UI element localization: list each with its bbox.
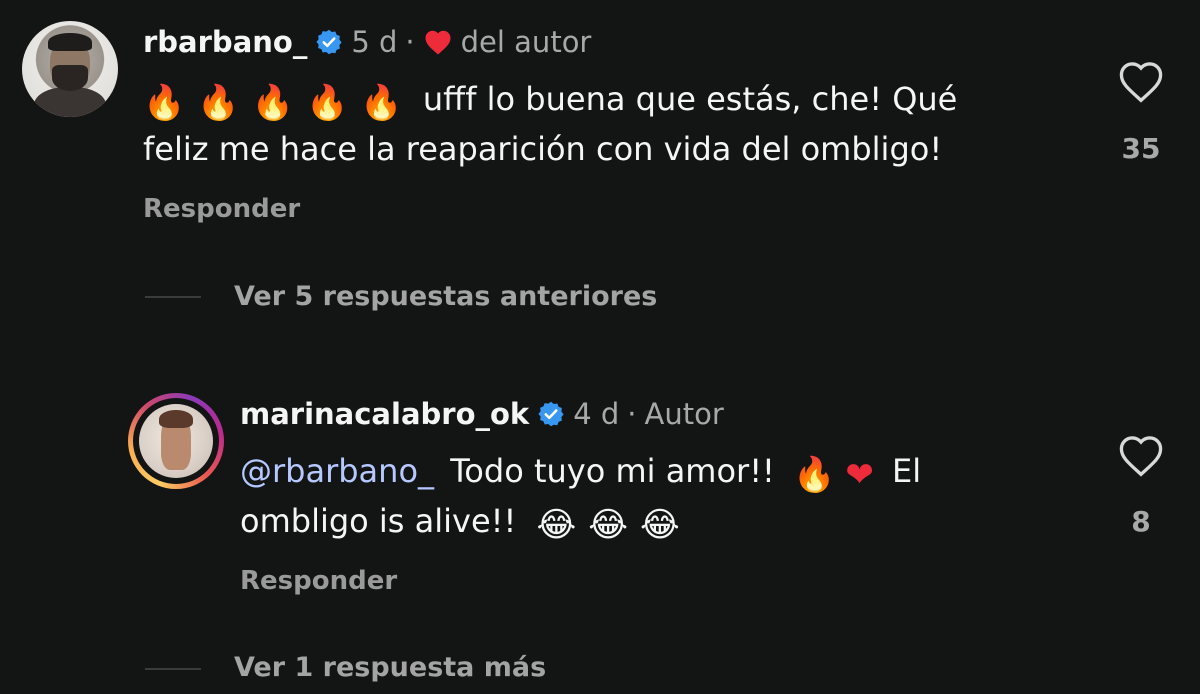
like-count: 8 (1131, 505, 1151, 538)
like-heart-icon[interactable] (1116, 58, 1166, 104)
timestamp: 4 d (573, 397, 620, 431)
comment-text-part: El (892, 452, 922, 490)
verified-badge-icon (537, 400, 565, 428)
comment-text: @rbarbano_ Todo tuyo mi amor!! 🔥 ❤ El omb… (240, 446, 921, 546)
comment-text-part: ufff lo buena que estás, che! Qué (422, 80, 958, 118)
laughing-emoji: 😂 (588, 505, 628, 545)
verified-badge-icon (315, 28, 343, 56)
comment-text-part: ombligo is alive!! (240, 502, 517, 540)
username[interactable]: rbarbano_ (143, 25, 307, 59)
comment-text-line: 🔥 🔥 🔥 🔥 🔥 ufff lo buena que estás, che! Qué (143, 74, 957, 124)
fire-emoji: 🔥 (360, 83, 403, 123)
red-heart-emoji: ❤ (845, 455, 874, 495)
fire-emoji: 🔥 (251, 83, 295, 123)
separator-dot: · (627, 397, 637, 431)
laughing-emoji: 😂 (639, 505, 680, 545)
timestamp: 5 d (351, 25, 398, 59)
comment-text-line: @rbarbano_ Todo tuyo mi amor!! 🔥 ❤ El (240, 446, 921, 496)
username[interactable]: marinacalabro_ok (240, 397, 529, 431)
view-previous-replies-button[interactable]: Ver 5 respuestas anteriores (234, 281, 657, 312)
fire-emoji: 🔥 (793, 455, 836, 495)
comment-text-line: feliz me hace la reaparición con vida de… (143, 130, 943, 168)
replies-line (145, 296, 201, 298)
comment-text-part: Todo tuyo mi amor!! (450, 452, 775, 490)
liked-by-author-label: del autor (460, 25, 592, 59)
comment-text: 🔥 🔥 🔥 🔥 🔥 ufff lo buena que estás, che! Qué … (143, 74, 957, 174)
like-heart-icon[interactable] (1116, 432, 1166, 478)
comment-text-line: ombligo is alive!! 😂 😂 😂 (240, 496, 921, 546)
reply-button[interactable]: Responder (143, 194, 300, 224)
author-label: Autor (644, 397, 724, 431)
comment-header: marinacalabro_ok 4 d · Autor (240, 394, 724, 434)
view-more-replies-button[interactable]: Ver 1 respuesta más (234, 652, 546, 683)
avatar[interactable] (22, 21, 118, 117)
fire-emoji: 🔥 (143, 83, 186, 123)
author-liked-heart-icon (423, 28, 453, 56)
replies-line (145, 668, 201, 670)
reply-button[interactable]: Responder (240, 566, 397, 596)
comment-header: rbarbano_ 5 d · del autor (143, 22, 591, 62)
fire-emoji: 🔥 (306, 83, 349, 123)
like-count: 35 (1121, 132, 1161, 165)
mention-link[interactable]: @rbarbano_ (240, 452, 434, 490)
laughing-emoji: 😂 (536, 505, 577, 545)
fire-emoji: 🔥 (197, 83, 240, 123)
separator-dot: · (405, 25, 415, 59)
avatar[interactable] (139, 404, 213, 478)
